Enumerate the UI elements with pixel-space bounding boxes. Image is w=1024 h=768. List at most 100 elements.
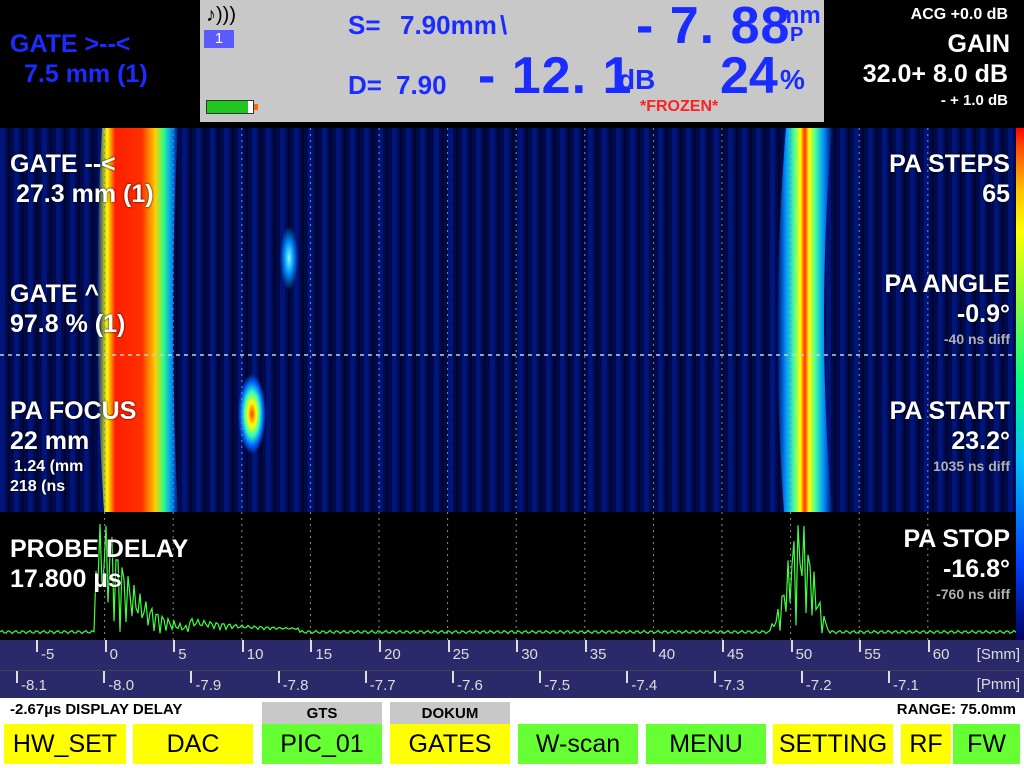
smm-tick (927, 640, 930, 652)
display-delay: -2.67µs DISPLAY DELAY (10, 701, 183, 718)
range-label: RANGE: 75.0mm (896, 701, 1016, 718)
smm-tick (790, 640, 793, 652)
gate2-value: 27.3 mm (1) (16, 180, 154, 208)
pmm-tick-label: -7.4 (631, 677, 658, 694)
pmm-tick (190, 671, 193, 683)
pmm-tick (800, 671, 803, 683)
pic-01-button[interactable]: PIC_01 (262, 724, 382, 764)
rf-button[interactable]: RF (901, 724, 951, 764)
projection-scale: -8.1 -8.0 -7.9 -7.8 -7.7 -7.6 -7.5 -7.4 -7.3 -7.2… (0, 670, 1024, 699)
pa-start-title: PA START (889, 397, 1010, 425)
menu-button[interactable]: MENU (646, 724, 766, 764)
pmm-tick-label: -7.8 (282, 677, 309, 694)
smm-tick-label: 55 (864, 646, 881, 663)
gain-panel[interactable]: ACG +0.0 dB GAIN 32.0+ 8.0 dB - + 1.0 dB (824, 0, 1024, 126)
gate-value: 7.5 mm (1) (24, 60, 148, 88)
pmm-tick (364, 671, 367, 683)
w-scan-button[interactable]: W-scan (518, 724, 638, 764)
gate3-title: GATE ^ (10, 280, 100, 308)
pa-focus-value: 22 mm (10, 427, 90, 455)
d-value: 7.90 (396, 70, 447, 100)
smm-tick (173, 640, 176, 652)
backwall-echo-right (777, 128, 832, 512)
pa-stop-diff: -760 ns diff (936, 586, 1010, 602)
smm-tick-label: 30 (521, 646, 538, 663)
db-unit: dB (618, 64, 656, 95)
pmm-tick (713, 671, 716, 683)
pmm-tick-label: -7.3 (718, 677, 745, 694)
a-scan-background (0, 512, 1016, 640)
dac-button[interactable]: DAC (133, 724, 253, 764)
smm-tick (310, 640, 313, 652)
pa-stop-value: -16.8° (943, 555, 1010, 583)
tab-gts[interactable]: GTS (262, 702, 382, 724)
pmm-tick (626, 671, 629, 683)
hw-set-button[interactable]: HW_SET (4, 724, 126, 764)
fw-button[interactable]: FW (953, 724, 1020, 764)
pa-focus-sub1: 1.24 (mm (14, 458, 84, 475)
pmm-tick (277, 671, 280, 683)
depth-unit-sub: P (790, 24, 804, 46)
smm-tick-label: 10 (246, 646, 264, 663)
db-value: - 12. 1 (478, 47, 633, 105)
pmm-tick (16, 671, 18, 683)
smm-tick-label: 35 (589, 646, 607, 663)
smm-tick-label: 40 (658, 646, 676, 663)
setting-button[interactable]: SETTING (773, 724, 893, 764)
frozen-status: *FROZEN* (640, 98, 719, 115)
indication-blob-small (280, 226, 298, 290)
smm-tick (241, 640, 244, 652)
pmm-tick-label: -7.5 (544, 677, 571, 694)
pa-steps-title: PA STEPS (889, 150, 1010, 178)
gate-panel-left: GATE >--< 7.5 mm (1) (0, 0, 200, 126)
battery-icon (206, 100, 258, 114)
gain-title: GAIN (947, 30, 1011, 58)
pa-angle-diff: -40 ns diff (943, 331, 1010, 347)
amplitude-value: 24 (720, 47, 778, 105)
smm-unit: [Smm] (976, 646, 1020, 663)
pa-start-value: 23.2° (951, 427, 1010, 455)
probe-delay-title: PROBE DELAY (10, 535, 189, 563)
measurement-panel: ♪))) 1 S= 7.90mm \ D= 7.90 - 7. 88 mm P … (200, 0, 824, 122)
pa-angle-title: PA ANGLE (884, 270, 1010, 298)
smm-tick-label: 50 (795, 646, 813, 663)
s-suffix: \ (500, 10, 508, 40)
d-label: D= (348, 70, 382, 100)
pmm-tick-label: -8.0 (108, 677, 135, 694)
pmm-tick-label: -7.9 (195, 677, 222, 694)
gate3-value: 97.8 % (1) (10, 310, 126, 338)
smm-tick-label: 60 (932, 646, 950, 663)
pmm-tick-label: -7.7 (369, 677, 396, 694)
pmm-tick (452, 671, 454, 683)
pmm-tick (539, 671, 542, 683)
smm-tick-label: -5 (41, 646, 55, 663)
smm-tick-label: 45 (727, 646, 744, 663)
a-scan-trace[interactable] (0, 512, 1016, 640)
gates-button[interactable]: GATES (390, 724, 510, 764)
smm-tick (104, 640, 107, 652)
smm-tick (379, 640, 381, 652)
acg-label: ACG +0.0 dB (910, 6, 1008, 23)
s-label: S= (348, 10, 381, 40)
pmm-unit: [Pmm] (976, 676, 1020, 693)
gate2-title: GATE --< (10, 150, 116, 178)
smm-tick-label: 15 (315, 646, 333, 663)
tab-dokum[interactable]: DOKUM (390, 702, 510, 724)
gain-step: - + 1.0 dB (940, 92, 1008, 109)
pa-angle-value: -0.9° (956, 300, 1010, 328)
smm-tick-label: 20 (384, 646, 401, 663)
pmm-tick-label: -7.1 (893, 677, 919, 694)
s-value: 7.90mm (400, 10, 497, 40)
gate-title: GATE >--< (10, 30, 131, 58)
pmm-tick-label: -8.1 (21, 677, 47, 694)
probe-delay-value: 17.800 µs (10, 565, 122, 593)
smm-tick (653, 640, 656, 652)
pmm-tick (103, 671, 106, 683)
pa-focus-title: PA FOCUS (10, 397, 137, 425)
pa-stop-title: PA STOP (903, 525, 1010, 553)
pmm-tick-label: -7.2 (805, 677, 832, 694)
pmm-tick (888, 671, 890, 683)
battery-tip (254, 104, 258, 110)
smm-tick-label: 25 (452, 646, 470, 663)
smm-tick-label: 5 (178, 646, 187, 663)
